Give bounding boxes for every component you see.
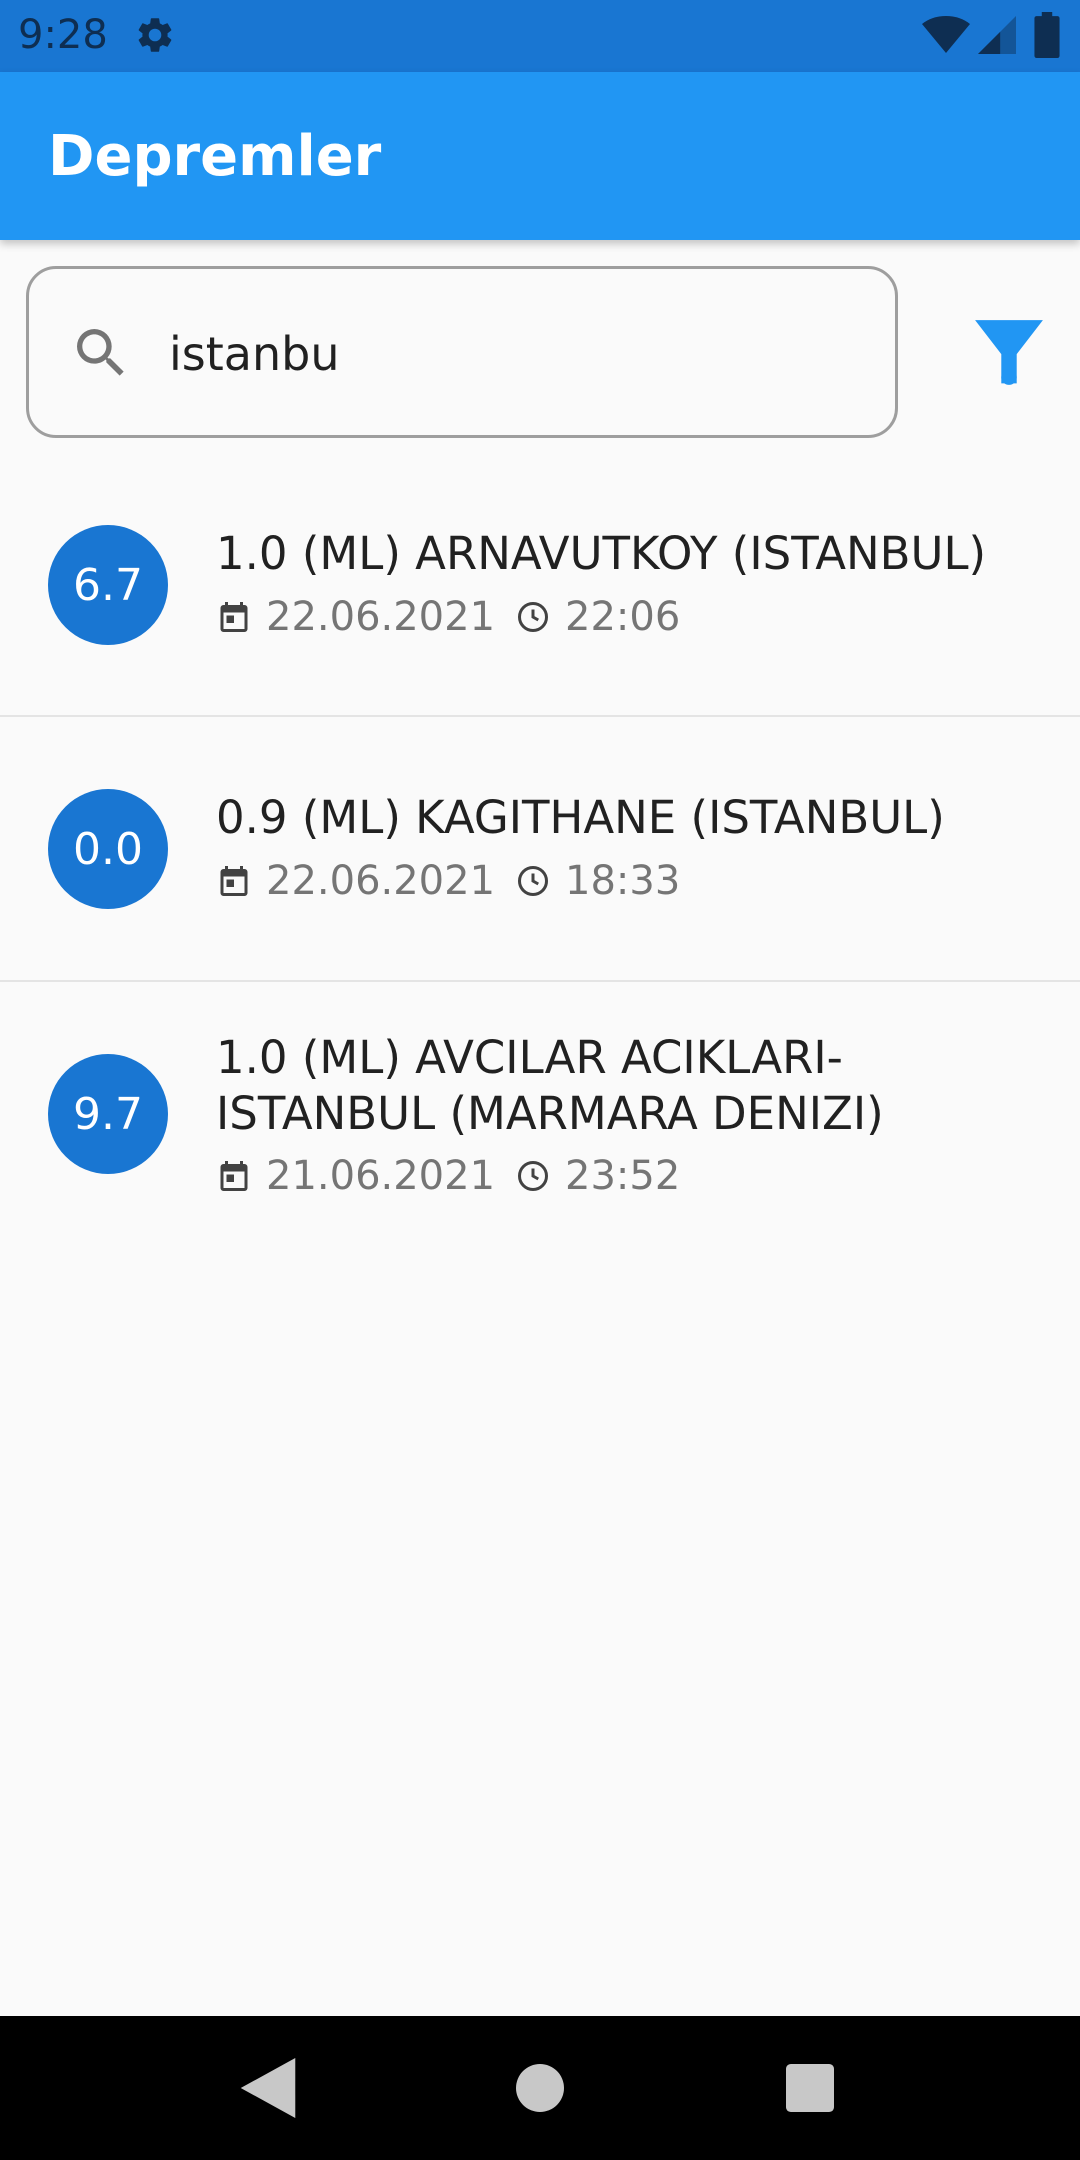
search-icon: [77, 329, 124, 376]
app-bar: Depremler: [0, 72, 1080, 240]
earthquake-meta: 22.06.2021 22:06: [216, 592, 680, 642]
calendar-icon: [220, 1161, 248, 1191]
magnitude-avatar: 0.0: [48, 789, 168, 909]
clock-icon: [518, 866, 549, 896]
status-time: 9:28: [18, 12, 108, 58]
list-item[interactable]: 0.0 0.9 (ML) KAGITHANE (ISTANBUL) 22.06.…: [0, 717, 1080, 982]
gear-icon: [138, 18, 172, 52]
filter-icon[interactable]: [972, 314, 1046, 388]
date-text: 22.06.2021: [266, 858, 496, 904]
earthquake-list: 6.7 1.0 (ML) ARNAVUTKOY (ISTANBUL) 22.06…: [0, 462, 1080, 1232]
date-text: 22.06.2021: [266, 594, 496, 640]
earthquake-title: 1.0 (ML) ARNAVUTKOY (ISTANBUL): [216, 527, 987, 580]
back-icon[interactable]: [240, 2058, 296, 2118]
earthquake-meta: 22.06.2021 18:33: [216, 856, 680, 906]
magnitude-avatar: 9.7: [48, 1054, 168, 1174]
search-input[interactable]: [169, 309, 849, 399]
calendar-icon: [220, 602, 248, 632]
recents-icon[interactable]: [786, 2064, 834, 2112]
status-bar: 9:28: [0, 0, 1080, 72]
clock-icon: [518, 1161, 549, 1191]
battery-icon: [1034, 12, 1060, 58]
cell-signal-icon: [978, 16, 1016, 54]
clock-icon: [518, 602, 549, 632]
magnitude-avatar: 6.7: [48, 525, 168, 645]
app-title: Depremler: [48, 124, 382, 189]
calendar-icon: [220, 866, 248, 896]
home-icon[interactable]: [516, 2064, 564, 2112]
time-text: 22:06: [565, 594, 681, 640]
earthquake-title: 1.0 (ML) AVCILAR ACIKLARI-ISTANBUL (MARM…: [216, 1031, 884, 1140]
date-text: 21.06.2021: [266, 1153, 496, 1199]
navigation-bar: [0, 2016, 1080, 2160]
list-item[interactable]: 6.7 1.0 (ML) ARNAVUTKOY (ISTANBUL) 22.06…: [0, 462, 1080, 717]
list-item[interactable]: 9.7 1.0 (ML) AVCILAR ACIKLARI-ISTANBUL (…: [0, 982, 1080, 1232]
earthquake-title: 0.9 (ML) KAGITHANE (ISTANBUL): [216, 791, 945, 844]
search-field[interactable]: [26, 266, 898, 438]
time-text: 18:33: [565, 858, 681, 904]
wifi-icon: [922, 16, 970, 53]
earthquake-meta: 21.06.2021 23:52: [216, 1151, 680, 1201]
time-text: 23:52: [565, 1153, 681, 1199]
